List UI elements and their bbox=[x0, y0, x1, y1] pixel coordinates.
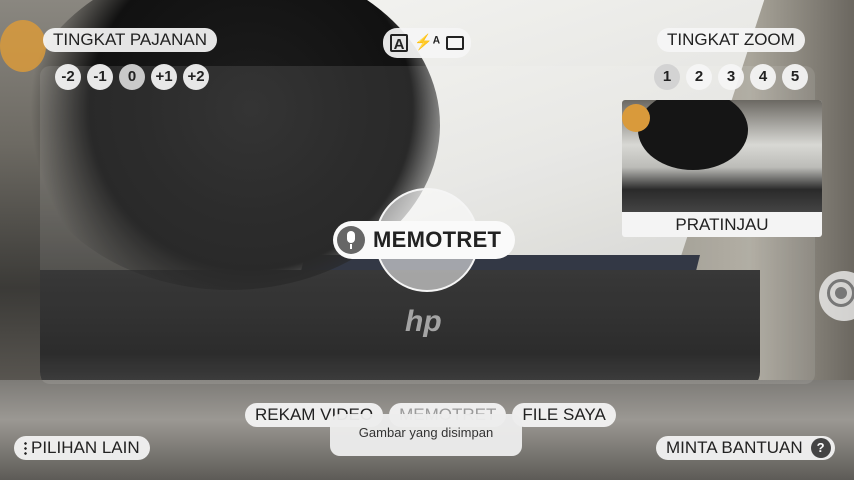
exposure-level-title: TINGKAT PAJANAN bbox=[43, 28, 217, 52]
more-options-button[interactable]: PILIHAN LAIN bbox=[14, 436, 150, 460]
preview-thumbnail-object bbox=[638, 100, 748, 170]
exposure-level-3-button[interactable]: 0 bbox=[119, 64, 145, 90]
help-button[interactable]: MINTA BANTUAN ? bbox=[656, 436, 835, 460]
shutter-label-text: MEMOTRET bbox=[373, 227, 502, 252]
more-options-label: PILIHAN LAIN bbox=[31, 438, 140, 457]
exposure-level-1-button[interactable]: -2 bbox=[55, 64, 81, 90]
preview-panel[interactable]: PRATINJAU bbox=[622, 100, 822, 237]
viewfinder-orange-object bbox=[0, 20, 46, 72]
zoom-level-1-button[interactable]: 1 bbox=[654, 64, 680, 90]
more-vertical-icon bbox=[24, 441, 27, 455]
exposure-level-5-button[interactable]: +2 bbox=[183, 64, 209, 90]
crosshair-dot bbox=[835, 287, 847, 299]
mode-toggle-group: A ⚡ᴬ bbox=[383, 28, 471, 58]
aspect-ratio-icon[interactable] bbox=[445, 36, 464, 50]
my-files-tab[interactable]: FILE SAYA bbox=[512, 403, 616, 427]
microphone-icon bbox=[337, 226, 365, 254]
auto-text-icon[interactable]: A bbox=[390, 34, 409, 53]
preview-thumbnail-orange bbox=[622, 104, 650, 132]
zoom-level-2-button[interactable]: 2 bbox=[686, 64, 712, 90]
exposure-level-2-button[interactable]: -1 bbox=[87, 64, 113, 90]
zoom-level-5-button[interactable]: 5 bbox=[782, 64, 808, 90]
saved-image-toast: Gambar yang disimpan bbox=[330, 414, 522, 456]
preview-label: PRATINJAU bbox=[675, 215, 769, 234]
zoom-level-3-button[interactable]: 3 bbox=[718, 64, 744, 90]
zoom-level-title: TINGKAT ZOOM bbox=[657, 28, 805, 52]
help-icon: ? bbox=[810, 438, 831, 458]
auto-flash-icon[interactable]: ⚡ᴬ bbox=[414, 34, 440, 52]
shutter-voice-label[interactable]: MEMOTRET bbox=[333, 221, 516, 259]
exposure-level-4-button[interactable]: +1 bbox=[151, 64, 177, 90]
preview-thumbnail[interactable] bbox=[622, 100, 822, 212]
help-label: MINTA BANTUAN bbox=[666, 438, 803, 457]
zoom-level-4-button[interactable]: 4 bbox=[750, 64, 776, 90]
